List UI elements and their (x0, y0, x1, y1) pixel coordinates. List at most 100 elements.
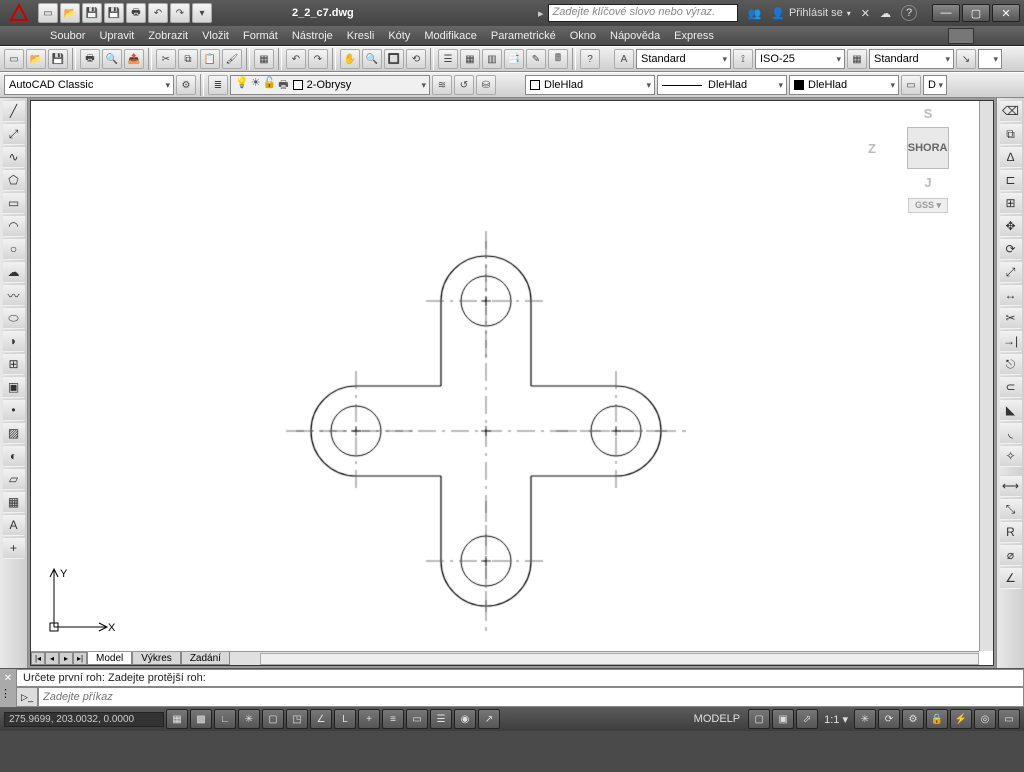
fillet-icon[interactable]: ◟ (1000, 422, 1022, 444)
chamfer-icon[interactable]: ◣ (1000, 399, 1022, 421)
orthomode-icon[interactable]: ∟ (214, 709, 236, 729)
cleanscreen-icon[interactable]: ▭ (998, 709, 1020, 729)
infocenter-icon[interactable]: 👥 (748, 7, 762, 20)
open-icon[interactable]: 📂 (60, 3, 80, 23)
layer-dropdown[interactable]: 💡☀🔓🖶 2-Obrysy (230, 75, 430, 95)
sc-icon[interactable]: ◉ (454, 709, 476, 729)
layerstate-icon[interactable]: ⛁ (476, 75, 496, 95)
hardware-accel-icon[interactable]: ⚡ (950, 709, 972, 729)
addselected-icon[interactable]: + (3, 537, 25, 559)
command-input[interactable] (38, 687, 1024, 707)
drawing-canvas[interactable]: S Z SHORA V J GSS ▾ Y X |◂ (30, 100, 994, 666)
plot-style-icon[interactable]: ▭ (901, 75, 921, 95)
dim-linear-icon[interactable]: ⟷ (1000, 475, 1022, 497)
dimstyle-icon[interactable]: ⟟ (733, 49, 753, 69)
workspace-dropdown[interactable]: AutoCAD Classic (4, 75, 174, 95)
gridmode-icon[interactable]: ▩ (190, 709, 212, 729)
tablestyle-icon[interactable]: ▦ (847, 49, 867, 69)
revcloud-icon[interactable]: ☁ (3, 261, 25, 283)
command-history[interactable]: Určete první roh: Zadejte protější roh: (16, 669, 1024, 687)
qcalc-icon[interactable]: 🖩 (548, 49, 568, 69)
trim-icon[interactable]: ✂ (1000, 307, 1022, 329)
menu-vlozit[interactable]: Vložit (202, 30, 229, 42)
help2-icon[interactable]: ? (580, 49, 600, 69)
annovis-icon[interactable]: ✳ (854, 709, 876, 729)
gradient-icon[interactable]: ◐ (3, 445, 25, 467)
save2-icon[interactable]: 💾 (48, 49, 68, 69)
new-icon[interactable]: ▭ (38, 3, 58, 23)
saveas-icon[interactable]: 💾 (104, 3, 124, 23)
menu-napoveda[interactable]: Nápověda (610, 30, 660, 42)
paste-icon[interactable]: 📋 (200, 49, 220, 69)
polygon-icon[interactable]: ⬠ (3, 169, 25, 191)
mtext-icon[interactable]: A (3, 514, 25, 536)
tab-vykres[interactable]: Výkres (132, 652, 181, 665)
dim-diameter-icon[interactable]: ⌀ (1000, 544, 1022, 566)
anno-scale-icon[interactable]: ⬀ (796, 709, 818, 729)
menu-kresli[interactable]: Kresli (347, 30, 375, 42)
zoomwin-icon[interactable]: 🔲 (384, 49, 404, 69)
move-icon[interactable]: ✥ (1000, 215, 1022, 237)
undo2-icon[interactable]: ↶ (286, 49, 306, 69)
ssm-icon[interactable]: 📑 (504, 49, 524, 69)
join-icon[interactable]: ⊂ (1000, 376, 1022, 398)
open2-icon[interactable]: 📂 (26, 49, 46, 69)
print-icon[interactable]: 🖶 (80, 49, 100, 69)
vertical-scrollbar[interactable] (979, 101, 993, 651)
menu-koty[interactable]: Kóty (388, 30, 410, 42)
dyn-icon[interactable]: + (358, 709, 380, 729)
menu-soubor[interactable]: Soubor (50, 30, 85, 42)
horizontal-scrollbar[interactable] (260, 653, 979, 665)
search-go-icon[interactable]: ▸ (538, 7, 544, 20)
preview-icon[interactable]: 🔍 (102, 49, 122, 69)
menu-format[interactable]: Formát (243, 30, 278, 42)
scale-icon[interactable]: ⤢ (1000, 261, 1022, 283)
mirror-icon[interactable]: ∆ (1000, 146, 1022, 168)
help-icon[interactable]: ? (901, 5, 917, 21)
linetype-dropdown[interactable]: DleHlad (657, 75, 787, 95)
am-icon[interactable]: ↗ (478, 709, 500, 729)
tab-last-icon[interactable]: ▸| (73, 652, 87, 665)
maximize-icon[interactable]: ▢ (962, 4, 990, 22)
blockeditor-icon[interactable]: ▦ (254, 49, 274, 69)
properties-icon[interactable]: ☰ (438, 49, 458, 69)
dim-aligned-icon[interactable]: ⤡ (1000, 498, 1022, 520)
tpy-icon[interactable]: ▭ (406, 709, 428, 729)
signin-link[interactable]: 👤Přihlásit se▾ (771, 7, 851, 20)
exchange-icon[interactable]: ✕ (861, 7, 870, 20)
app-logo-icon[interactable] (4, 0, 34, 26)
text-style-dropdown[interactable]: Standard (636, 49, 731, 69)
arc-icon[interactable]: ◠ (3, 215, 25, 237)
toolbar-lock-icon[interactable]: 🔒 (926, 709, 948, 729)
matchprop-icon[interactable]: 🖌 (222, 49, 242, 69)
stretch-icon[interactable]: ↔ (1000, 284, 1022, 306)
layerprops-icon[interactable]: ≣ (208, 75, 228, 95)
minimize-icon[interactable]: — (932, 4, 960, 22)
layerprev-icon[interactable]: ↺ (454, 75, 474, 95)
quickview-drawings-icon[interactable]: ▣ (772, 709, 794, 729)
annotation-scale[interactable]: 1:1 ▾ (820, 713, 852, 726)
polarmode-icon[interactable]: ✳ (238, 709, 260, 729)
redo2-icon[interactable]: ↷ (308, 49, 328, 69)
dim-radius-icon[interactable]: R (1000, 521, 1022, 543)
textstyle-icon[interactable]: A (614, 49, 634, 69)
coordinates-display[interactable]: 275.9699, 203.0032, 0.0000 (4, 712, 164, 727)
menu-nastroje[interactable]: Nástroje (292, 30, 333, 42)
spline-icon[interactable]: 〰 (3, 284, 25, 306)
pline-icon[interactable]: ∿ (3, 146, 25, 168)
tab-zadani[interactable]: Zadání (181, 652, 230, 665)
menu-okno[interactable]: Okno (570, 30, 596, 42)
rectangle-icon[interactable]: ▭ (3, 192, 25, 214)
markup-icon[interactable]: ✎ (526, 49, 546, 69)
pan-icon[interactable]: ✋ (340, 49, 360, 69)
menu-express[interactable]: Express (674, 30, 714, 42)
break-icon[interactable]: ⎋ (1000, 353, 1022, 375)
layermatch-icon[interactable]: ≋ (432, 75, 452, 95)
line-icon[interactable]: ╱ (3, 100, 25, 122)
plot-icon[interactable]: 🖶 (126, 3, 146, 23)
menu-parametricke[interactable]: Parametrické (491, 30, 556, 42)
otrack-icon[interactable]: ∠ (310, 709, 332, 729)
table-icon[interactable]: ▦ (3, 491, 25, 513)
isolate-icon[interactable]: ◎ (974, 709, 996, 729)
doc-window-controls-icon[interactable] (948, 28, 974, 44)
